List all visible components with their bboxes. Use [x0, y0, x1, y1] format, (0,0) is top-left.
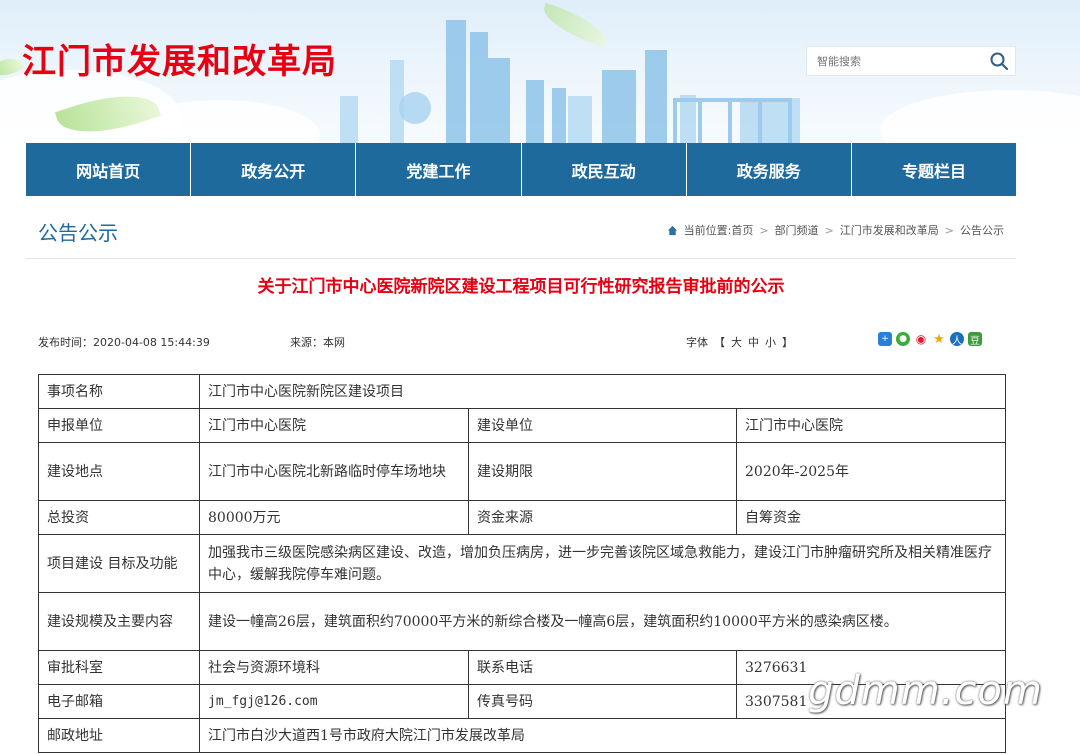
- article-title: 关于江门市中心医院新院区建设工程项目可行性研究报告审批前的公示: [257, 277, 785, 297]
- nav-item-party-building[interactable]: 党建工作: [356, 143, 522, 196]
- investment-value: 80000万元: [199, 500, 469, 535]
- address-value: 江门市白沙大道西1号市政府大院江门市发展改革局: [199, 718, 1006, 753]
- period-label: 建设期限: [468, 442, 737, 501]
- font-size-large[interactable]: 大: [731, 334, 742, 350]
- search-icon[interactable]: [989, 51, 1009, 71]
- breadcrumb-separator: >: [824, 223, 834, 237]
- item-name-label: 事项名称: [38, 374, 200, 409]
- site-header: 江门市发展和改革局: [0, 0, 1080, 145]
- builder-label: 建设单位: [468, 408, 737, 443]
- breadcrumb-bureau[interactable]: 江门市发展和改革局: [840, 222, 939, 238]
- email-value: jm_fgj@126.com: [199, 684, 469, 719]
- search-input[interactable]: [807, 47, 999, 75]
- table-row: 建设地点 江门市中心医院北新路临时停车场地块 建设期限 2020年-2025年: [38, 442, 1006, 501]
- table-row: 项目建设 目标及功能 加强我市三级医院感染病区建设、改造，增加负压病房，进一步完…: [38, 534, 1006, 593]
- scale-value: 建设一幢高26层，建筑面积约70000平方米的新综合楼及一幢高6层，建筑面积约1…: [199, 592, 1006, 651]
- table-row: 事项名称 江门市中心医院新院区建设项目: [38, 374, 1006, 409]
- section-header: 公告公示 当前位置: 首页 > 部门频道 > 江门市发展和改革局 > 公告公示: [26, 198, 1016, 259]
- fund-source-label: 资金来源: [468, 500, 737, 535]
- breadcrumb-home[interactable]: 首页: [731, 222, 753, 238]
- phone-label: 联系电话: [468, 650, 737, 685]
- font-size-bracket-close: 】: [782, 336, 793, 349]
- nav-item-government-affairs[interactable]: 政务公开: [191, 143, 357, 196]
- watermark: gdmm.com: [808, 668, 1043, 714]
- breadcrumb-department[interactable]: 部门频道: [775, 222, 819, 238]
- nav-item-home[interactable]: 网站首页: [26, 143, 192, 196]
- location-label: 建设地点: [38, 442, 200, 501]
- approval-dept-value: 社会与资源环境科: [199, 650, 469, 685]
- font-size-medium[interactable]: 中: [748, 334, 759, 350]
- address-label: 邮政地址: [38, 718, 200, 753]
- fund-source-value: 自筹资金: [736, 500, 1006, 535]
- favorite-icon[interactable]: ★: [932, 332, 946, 347]
- publish-time: 发布时间：2020-04-08 15:44:39: [38, 336, 210, 349]
- builder-value: 江门市中心医院: [736, 408, 1006, 443]
- table-row: 申报单位 江门市中心医院 建设单位 江门市中心医院: [38, 408, 1006, 443]
- nav-item-special-topics[interactable]: 专题栏目: [852, 143, 1016, 196]
- table-row: 邮政地址 江门市白沙大道西1号市政府大院江门市发展改革局: [38, 718, 1006, 753]
- breadcrumb: 当前位置: 首页 > 部门频道 > 江门市发展和改革局 > 公告公示: [667, 222, 1004, 238]
- douban-icon[interactable]: 豆: [968, 332, 982, 347]
- nav-item-services[interactable]: 政务服务: [687, 143, 852, 196]
- scale-label: 建设规模及主要内容: [38, 592, 200, 651]
- section-title: 公告公示: [38, 221, 118, 245]
- font-size-label: 字体: [686, 336, 708, 349]
- home-icon: [667, 225, 677, 235]
- goal-label: 项目建设 目标及功能: [38, 534, 200, 593]
- breadcrumb-separator: >: [759, 223, 769, 237]
- renren-icon[interactable]: 人: [950, 332, 964, 347]
- fax-label: 传真号码: [468, 684, 737, 719]
- site-title[interactable]: 江门市发展和改革局: [22, 34, 337, 83]
- email-label: 电子邮箱: [38, 684, 200, 719]
- wechat-icon[interactable]: ●: [896, 332, 910, 346]
- applicant-value: 江门市中心医院: [199, 408, 469, 443]
- table-row: 建设规模及主要内容 建设一幢高26层，建筑面积约70000平方米的新综合楼及一幢…: [38, 592, 1006, 651]
- location-value: 江门市中心医院北新路临时停车场地块: [199, 442, 469, 501]
- investment-label: 总投资: [38, 500, 200, 535]
- breadcrumb-current[interactable]: 公告公示: [960, 222, 1004, 238]
- qzone-icon[interactable]: +: [878, 332, 892, 346]
- font-size-control: 字体 【 大 中 小 】: [686, 334, 793, 350]
- font-size-bracket-open: 【: [714, 336, 725, 349]
- article-source: 来源：本网: [290, 336, 345, 349]
- main-nav: 网站首页 政务公开 党建工作 政民互动 政务服务 专题栏目: [26, 143, 1016, 196]
- breadcrumb-separator: >: [944, 223, 954, 237]
- font-size-small[interactable]: 小: [765, 334, 776, 350]
- search-box: [806, 46, 1016, 76]
- nav-item-interaction[interactable]: 政民互动: [522, 143, 687, 196]
- breadcrumb-label: 当前位置:: [683, 224, 732, 237]
- table-row: 总投资 80000万元 资金来源 自筹资金: [38, 500, 1006, 535]
- item-name-value: 江门市中心医院新院区建设项目: [199, 374, 1006, 409]
- weibo-icon[interactable]: ◉: [914, 332, 928, 346]
- period-value: 2020年-2025年: [736, 442, 1006, 501]
- approval-dept-label: 审批科室: [38, 650, 200, 685]
- applicant-label: 申报单位: [38, 408, 200, 443]
- goal-value: 加强我市三级医院感染病区建设、改造，增加负压病房，进一步完善该院区域急救能力，建…: [199, 534, 1006, 593]
- share-bar: + ● ◉ ★ 人 豆: [878, 332, 982, 347]
